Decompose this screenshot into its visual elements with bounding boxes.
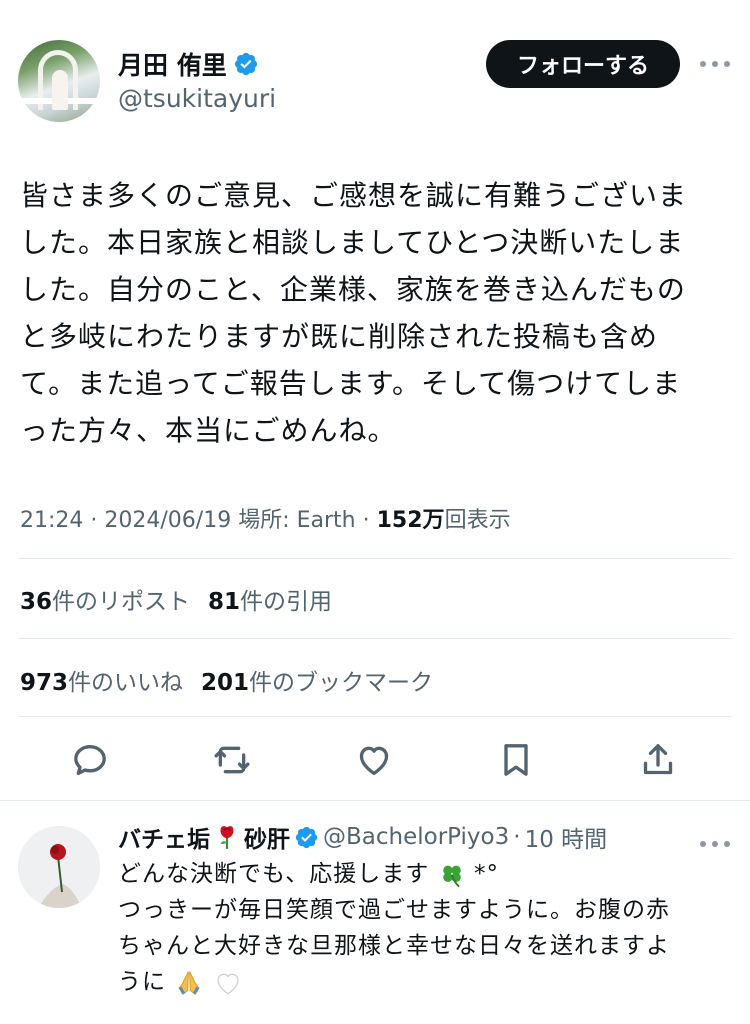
likes-stat[interactable]: 973件のいいね [20, 663, 183, 697]
quotes-stat[interactable]: 81件の引用 [208, 582, 332, 616]
reposts-count: 36 [20, 589, 53, 615]
divider [18, 716, 732, 717]
tweet-location: 場所: Earth [238, 508, 356, 533]
stats-row-reposts: 36件のリポスト 81件の引用 [20, 582, 332, 616]
tweet-text: 皆さま多くのご意見、ご感想を誠に有難うございま した。本日家族と相談しましてひと… [20, 172, 732, 454]
tweet-text-line: 皆さま多くのご意見、ご感想を誠に有難うございま [20, 179, 688, 212]
white-heart-icon [216, 973, 239, 994]
four-leaf-clover-icon [442, 865, 461, 887]
quotes-label: 件の引用 [240, 589, 333, 615]
likes-count: 973 [20, 670, 69, 696]
reply-line-1-suffix: *° [473, 861, 499, 887]
reply-text: どんな決断でも、応援します *° つっきーが毎日笑顔で過ごせますように。お腹の赤… [118, 856, 728, 1000]
tweet-text-line: て。また追ってご報告します。そして傷つけてしま [20, 367, 682, 400]
reply-header: バチェ垢 砂肝 @BachelorPiyo3 · 10 時間 [118, 820, 607, 854]
like-icon[interactable] [354, 740, 394, 780]
bookmark-icon[interactable] [496, 740, 536, 780]
tweet-text-line: した。本日家族と相談しましてひとつ決断いたしま [20, 226, 685, 259]
folded-hands-icon [178, 971, 200, 995]
divider [18, 638, 732, 639]
likes-label: 件のいいね [68, 670, 184, 696]
reply-text-line: ちゃんと大好きな旦那様と幸せな日々を送れますよ [118, 933, 670, 959]
tweet-text-line: った方々、本当にごめんね。 [20, 414, 397, 447]
reply-separator: · [513, 824, 521, 850]
reply-text-line: どんな決断でも、応援します *° [118, 856, 728, 892]
tweet-header: 月田 侑里 @tsukitayuri フォローする [0, 0, 750, 140]
reply-avatar[interactable] [18, 826, 100, 908]
views-count: 152万 [376, 508, 445, 533]
stats-row-likes: 973件のいいね 201件のブックマーク [20, 663, 433, 697]
views-label: 回表示 [444, 508, 511, 533]
reply-more-options-icon[interactable] [700, 840, 730, 848]
tweet-meta: 21:24 · 2024/06/19 場所: Earth · 152万回表示 [20, 502, 511, 534]
verified-badge-icon [234, 52, 257, 76]
reposts-label: 件のリポスト [52, 589, 191, 615]
meta-separator: · [362, 508, 370, 533]
verified-badge-icon [295, 826, 318, 848]
quotes-count: 81 [208, 589, 241, 615]
reply-time[interactable]: 10 時間 [525, 820, 608, 854]
share-icon[interactable] [638, 740, 678, 780]
reply-display-name-2[interactable]: 砂肝 [244, 820, 290, 854]
author-handle[interactable]: @tsukitayuri [118, 84, 276, 113]
rose-icon [220, 826, 234, 849]
tweet-action-bar [0, 736, 750, 786]
reply-icon[interactable] [70, 740, 110, 780]
tweet-time[interactable]: 21:24 [20, 508, 83, 533]
author-display-name[interactable]: 月田 侑里 [118, 46, 227, 82]
meta-separator: · [90, 508, 98, 533]
reply-text-line: うに [118, 964, 728, 1000]
reply-text-line: つっきーが毎日笑顔で過ごせますように。お腹の赤 [118, 897, 670, 923]
reply-line-1: どんな決断でも、応援します [118, 861, 430, 887]
bookmarks-count: 201 [201, 670, 250, 696]
reply-handle[interactable]: @BachelorPiyo3 [323, 824, 509, 850]
author-avatar[interactable] [18, 40, 100, 122]
reply-line-4: うに [118, 969, 166, 995]
rose-photo-icon [18, 826, 100, 908]
bookmarks-stat[interactable]: 201件のブックマーク [201, 663, 433, 697]
divider [0, 800, 750, 801]
reply-display-name[interactable]: バチェ垢 [118, 820, 210, 854]
tweet-date[interactable]: 2024/06/19 [104, 508, 231, 533]
bookmarks-label: 件のブックマーク [249, 670, 434, 696]
repost-icon[interactable] [212, 740, 252, 780]
reposts-stat[interactable]: 36件のリポスト [20, 582, 190, 616]
tweet-text-line: と多岐にわたりますが既に削除された投稿も含め [20, 320, 659, 353]
author-name-row: 月田 侑里 [118, 46, 259, 82]
tweet-text-line: した。自分のこと、企業様、家族を巻き込んだもの [20, 273, 686, 306]
more-options-icon[interactable] [700, 60, 730, 68]
divider [18, 558, 732, 559]
follow-button[interactable]: フォローする [486, 40, 680, 88]
